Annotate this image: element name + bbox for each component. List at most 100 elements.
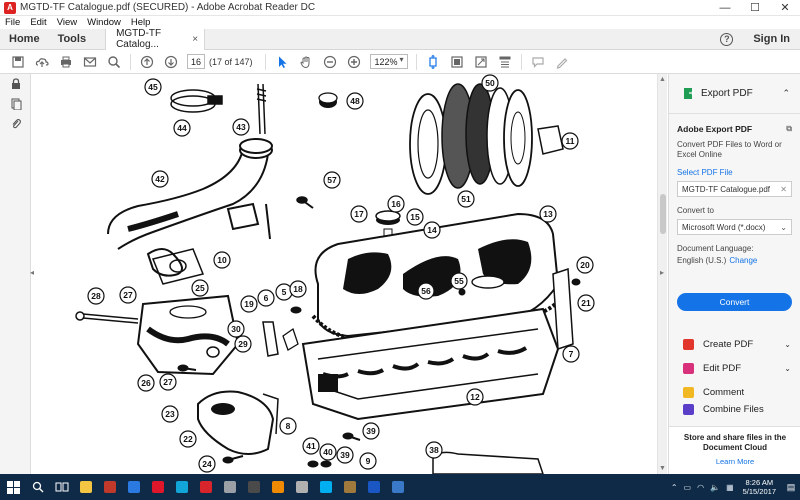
callout-label: 27 <box>163 377 173 387</box>
document-view[interactable]: 45 44 43 48 50 11 42 57 51 17 16 15 13 14 10 28 27 25 19 6 5… <box>38 74 657 474</box>
menu-help[interactable]: Help <box>126 17 156 28</box>
tab-home[interactable]: Home <box>0 33 49 45</box>
app-m-icon[interactable] <box>362 474 386 500</box>
zoom-out-icon[interactable] <box>318 51 342 73</box>
zoom-level-select[interactable]: 122% <box>369 54 408 69</box>
select-tool-icon[interactable] <box>270 51 294 73</box>
callout-label: 50 <box>485 78 495 88</box>
callout-17: 17 <box>350 205 368 223</box>
copy-icon[interactable]: ⧉ <box>786 124 792 134</box>
read-mode-icon[interactable] <box>493 51 517 73</box>
menu-window[interactable]: Window <box>82 17 126 28</box>
selected-file-name: MGTD-TF Catalogue.pdf <box>682 184 771 194</box>
callout-label: 7 <box>569 349 574 359</box>
next-page-icon[interactable] <box>159 51 183 73</box>
full-screen-icon[interactable] <box>469 51 493 73</box>
app-dark-icon[interactable] <box>242 474 266 500</box>
remove-file-icon[interactable]: ✕ <box>780 185 787 194</box>
app-tan-icon[interactable] <box>338 474 362 500</box>
callout-label: 39 <box>340 450 350 460</box>
save-icon[interactable] <box>6 51 30 73</box>
app-gray2-icon[interactable] <box>290 474 314 500</box>
app-skype-icon[interactable] <box>314 474 338 500</box>
tool-combine-files[interactable]: Combine Files <box>669 404 800 418</box>
print-icon[interactable] <box>54 51 78 73</box>
app-doc-icon[interactable] <box>386 474 410 500</box>
clock-date: 5/15/2017 <box>742 487 776 496</box>
callout-label: 41 <box>306 441 316 451</box>
tool-create-pdf[interactable]: Create PDF ⌄ <box>669 332 800 356</box>
clock[interactable]: 8:26 AM 5/15/2017 <box>743 478 776 496</box>
callout-55: 55 <box>450 272 468 290</box>
task-view-icon[interactable] <box>50 474 74 500</box>
system-tray: ⌃ ▭ ◠ 🔈 ▦ 8:26 AM 5/15/2017 ▤ <box>668 478 800 496</box>
sign-in-button[interactable]: Sign In <box>753 33 790 45</box>
menu-edit[interactable]: Edit <box>25 17 51 28</box>
network-icon[interactable]: ▭ <box>684 483 692 492</box>
export-pdf-header[interactable]: Export PDF ⌃ <box>669 74 800 114</box>
email-icon[interactable] <box>78 51 102 73</box>
app-flash-icon[interactable] <box>194 474 218 500</box>
keyboard-icon[interactable]: ▦ <box>726 483 734 492</box>
volume-icon[interactable]: 🔈 <box>710 483 720 492</box>
app-tan-glyph <box>344 481 356 493</box>
page-thumbnails-icon[interactable] <box>0 94 31 114</box>
pen-icon[interactable] <box>550 51 574 73</box>
scrollbar-thumb[interactable] <box>660 194 666 234</box>
app-opera-icon[interactable] <box>146 474 170 500</box>
callout-22: 22 <box>179 430 197 448</box>
chevron-down-icon[interactable]: ⌄ <box>784 340 791 349</box>
tray-overflow-icon[interactable]: ⌃ <box>671 483 678 492</box>
search-icon[interactable] <box>102 51 126 73</box>
app-blue-icon[interactable] <box>122 474 146 500</box>
taskbar-search-icon[interactable] <box>26 474 50 500</box>
callout-label: 17 <box>354 209 364 219</box>
chevron-down-icon[interactable]: ⌄ <box>784 364 791 373</box>
app-vlc-icon[interactable] <box>266 474 290 500</box>
windows-start-icon[interactable] <box>0 474 26 500</box>
fit-page-icon[interactable] <box>421 51 445 73</box>
previous-page-icon[interactable] <box>135 51 159 73</box>
scrolling-mode-icon[interactable] <box>445 51 469 73</box>
attachments-icon[interactable] <box>0 114 31 134</box>
convert-button[interactable]: Convert <box>677 293 792 311</box>
callout-41: 41 <box>302 437 320 455</box>
hand-tool-icon[interactable] <box>294 51 318 73</box>
minimize-button[interactable]: — <box>710 0 740 16</box>
close-tab-icon[interactable]: × <box>192 34 198 45</box>
lock-icon[interactable] <box>0 74 31 94</box>
collapse-right-panel-icon[interactable]: ▸ <box>660 268 664 277</box>
scroll-down-icon[interactable]: ▼ <box>659 465 666 472</box>
right-tools-panel: Export PDF ⌃ Adobe Export PDF ⧉ Convert … <box>668 74 800 474</box>
action-center-icon[interactable]: ▤ <box>782 482 800 493</box>
app-cyan-icon[interactable] <box>170 474 194 500</box>
tab-document[interactable]: MGTD-TF Catalog... × <box>105 28 206 50</box>
selected-file-field[interactable]: MGTD-TF Catalogue.pdf ✕ <box>677 181 792 197</box>
app-grey-icon[interactable] <box>218 474 242 500</box>
page-number-input[interactable]: 16 <box>187 54 205 69</box>
scroll-up-icon[interactable]: ▲ <box>659 76 666 83</box>
wifi-icon[interactable]: ◠ <box>697 483 704 492</box>
menu-view[interactable]: View <box>52 17 82 28</box>
tool-edit-pdf[interactable]: Edit PDF ⌄ <box>669 356 800 380</box>
file-explorer-icon[interactable] <box>74 474 98 500</box>
cloud-upload-icon[interactable] <box>30 51 54 73</box>
collapse-left-panel-icon[interactable]: ◂ <box>30 268 34 277</box>
zoom-in-icon[interactable] <box>342 51 366 73</box>
callout-label: 19 <box>244 299 254 309</box>
change-language-link[interactable]: Change <box>729 256 757 265</box>
select-pdf-file-link[interactable]: Select PDF File <box>677 168 792 177</box>
tool-comment[interactable]: Comment <box>669 380 800 404</box>
convert-to-select[interactable]: Microsoft Word (*.docx) ⌄ <box>677 219 792 235</box>
comment-icon[interactable] <box>526 51 550 73</box>
app-red-icon[interactable] <box>98 474 122 500</box>
learn-more-link[interactable]: Learn More <box>669 457 800 466</box>
stud-drawing <box>256 83 267 135</box>
app-m-glyph <box>368 481 380 493</box>
tab-tools[interactable]: Tools <box>49 33 96 45</box>
close-window-button[interactable]: ✕ <box>770 0 800 16</box>
menu-file[interactable]: File <box>0 17 25 28</box>
maximize-button[interactable]: ☐ <box>740 0 770 16</box>
help-icon[interactable]: ? <box>720 32 734 46</box>
chevron-up-icon[interactable]: ⌃ <box>782 88 790 99</box>
